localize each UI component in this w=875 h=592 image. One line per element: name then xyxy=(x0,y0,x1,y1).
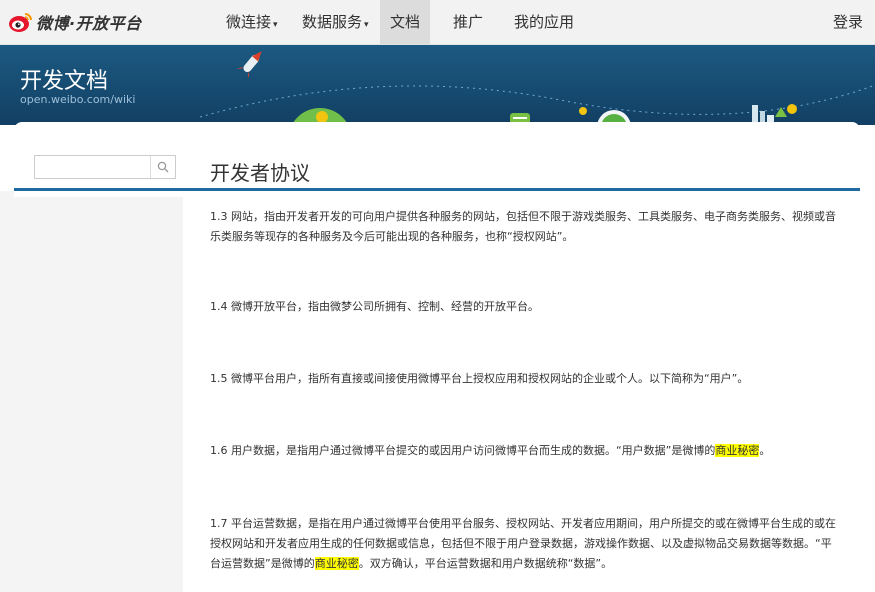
nav-item-data-service[interactable]: 数据服务 ▾ xyxy=(302,0,369,44)
nav-item-weilianjie[interactable]: 微连接 ▾ xyxy=(226,0,278,44)
sidebar xyxy=(0,191,183,592)
paragraph-1-3: 1.3 网站，指由开发者开发的可向用户提供各种服务的网站，包括但不限于游戏类服务… xyxy=(210,210,836,243)
highlight-term: 商业秘密 xyxy=(314,557,359,570)
search-input[interactable] xyxy=(39,158,153,178)
nav-item-docs[interactable]: 文档 xyxy=(380,0,430,44)
paragraph-text: 。 xyxy=(759,444,771,457)
banner-illustration xyxy=(199,51,875,125)
paragraph-1-6: 1.6 用户数据，是指用户通过微博平台提交的或因用户访问微博平台而生成的数据。“… xyxy=(210,441,840,461)
nav-label: 微连接 xyxy=(226,13,272,31)
nav-item-my-apps[interactable]: 我的应用 xyxy=(514,0,574,44)
nav-item-promotion[interactable]: 推广 xyxy=(453,0,483,44)
chevron-down-icon: ▾ xyxy=(364,20,369,30)
paragraph-text: 。双方确认，平台运营数据和用户数据统称“数据”。 xyxy=(358,557,613,570)
search-icon[interactable] xyxy=(150,156,175,178)
banner-subtitle: open.weibo.com/wiki xyxy=(20,93,136,106)
nav-label: 我的应用 xyxy=(514,13,575,31)
banner-title: 开发文档 xyxy=(20,69,109,94)
nav-label: 文档 xyxy=(389,13,420,31)
chevron-down-icon: ▾ xyxy=(273,20,278,30)
paragraph-1-5: 1.5 微博平台用户，指所有直接或间接使用微博平台上授权应用和授权网站的企业或个… xyxy=(210,372,749,385)
docs-banner: 开发文档 open.weibo.com/wiki xyxy=(0,45,875,125)
login-link[interactable]: 登录 xyxy=(833,0,863,44)
highlight-term: 商业秘密 xyxy=(715,444,760,457)
search-box[interactable] xyxy=(34,155,176,179)
brand-logo[interactable]: 微博·开放平台 xyxy=(8,10,142,34)
header-divider xyxy=(14,188,860,191)
page-title: 开发者协议 xyxy=(210,161,310,185)
paragraph-1-7: 1.7 平台运营数据，是指在用户通过微博平台使用平台服务、授权网站、开发者应用期… xyxy=(210,514,840,574)
paragraph-1-4: 1.4 微博开放平台，指由微梦公司所拥有、控制、经营的开放平台。 xyxy=(210,300,539,313)
top-nav: 微博·开放平台 微连接 ▾ 数据服务 ▾ 文档 推广 我的应用 登录 xyxy=(0,0,875,45)
brand-name: 微博·开放平台 xyxy=(36,14,142,33)
nav-label: 推广 xyxy=(453,13,484,31)
nav-label: 数据服务 xyxy=(302,13,363,31)
paragraph-text: 1.6 用户数据，是指用户通过微博平台提交的或因用户访问微博平台而生成的数据。“… xyxy=(210,444,716,457)
weibo-logo-icon xyxy=(9,13,32,32)
rocket-icon xyxy=(236,51,262,80)
